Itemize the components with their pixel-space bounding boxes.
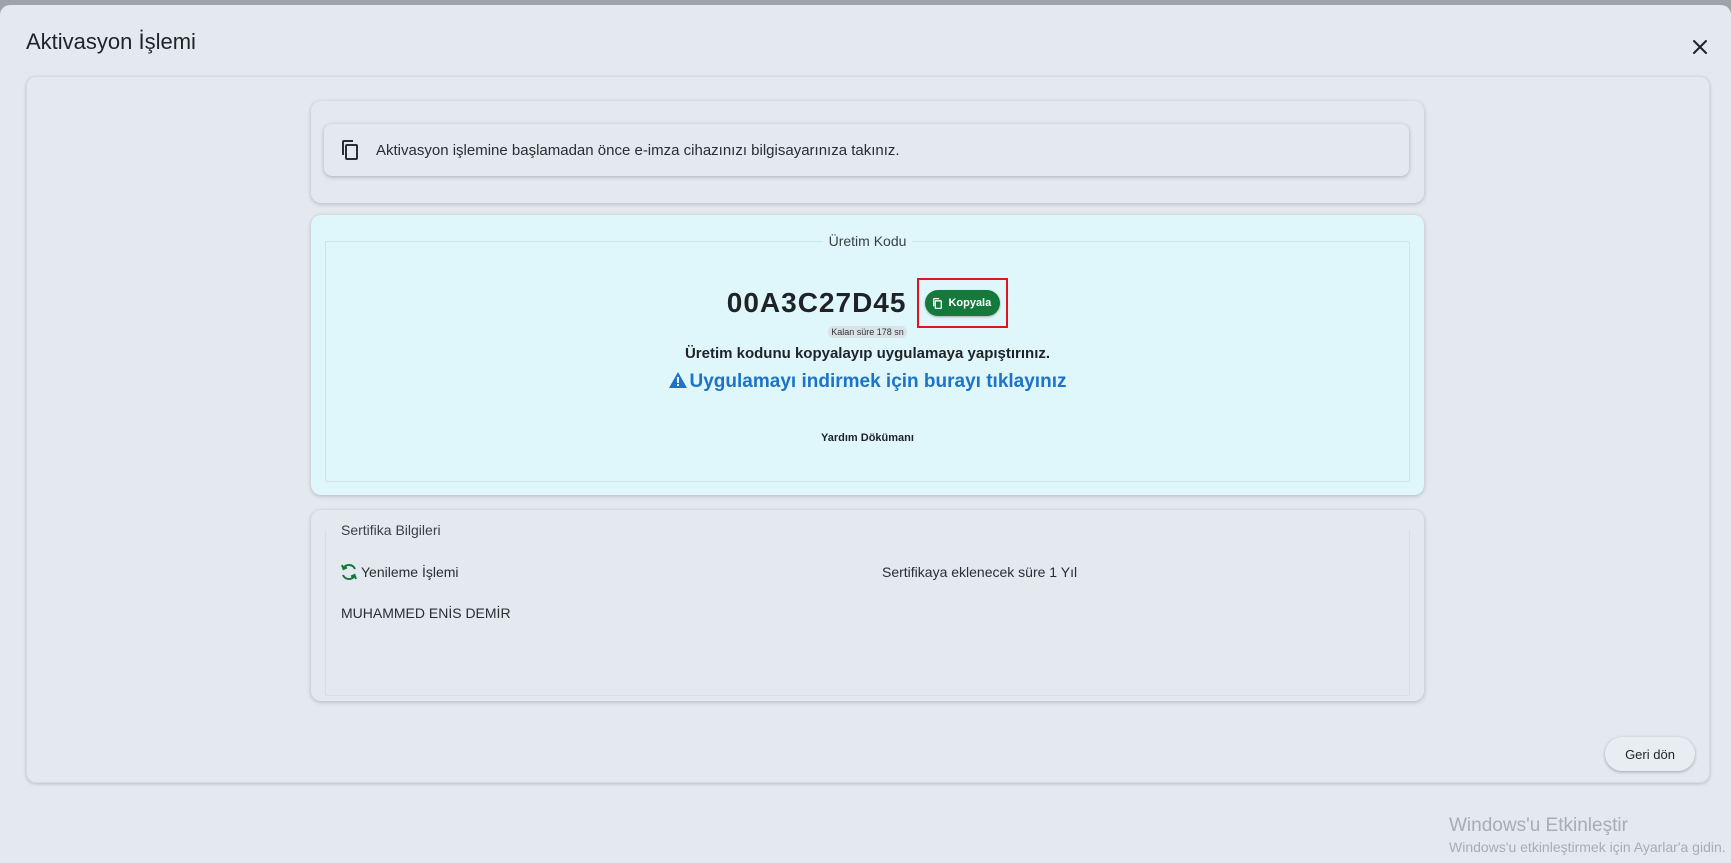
copy-icon (933, 297, 943, 309)
watermark-title: Windows'u Etkinleştir (1449, 815, 1628, 836)
certificate-owner: MUHAMMED ENİS DEMİR (341, 605, 511, 621)
code-row: 00A3C27D45 Kopyala (326, 278, 1409, 328)
windows-activation-watermark: Windows'u Etkinleştir Windows'u etkinleş… (1449, 815, 1726, 855)
timer-badge: Kalan süre 178 sn (828, 326, 907, 338)
instruction-text: Üretim kodunu kopyalayıp uygulamaya yapı… (684, 345, 1051, 362)
copy-button-label: Kopyala (948, 297, 992, 309)
watermark-subtitle: Windows'u etkinleştirmek için Ayarlar'a … (1449, 839, 1726, 855)
certificate-title: Sertifika Bilgileri (341, 522, 441, 538)
certificate-card: Sertifika Bilgileri Yenileme İşlemi Sert… (311, 510, 1424, 701)
refresh-icon (341, 563, 357, 581)
back-button[interactable]: Geri dön (1605, 737, 1695, 771)
renewal-row: Yenileme İşlemi (339, 562, 459, 582)
download-link-label: Uygulamayı indirmek için burayı tıklayın… (689, 371, 1067, 392)
production-code-legend: Üretim Kodu (326, 233, 1409, 249)
close-icon (1693, 40, 1707, 54)
activation-dialog: Aktivasyon İşlemi Aktivasyon işlemine ba… (0, 5, 1731, 863)
copy-icon (342, 140, 358, 160)
dialog-title: Aktivasyon İşlemi (26, 29, 196, 54)
info-text: Aktivasyon işlemine başlamadan önce e-im… (376, 141, 900, 159)
production-code-card: Üretim Kodu 00A3C27D45 Kopyala Kalan sür… (311, 215, 1424, 495)
warning-icon (668, 372, 687, 388)
certificate-duration: Sertifikaya eklenecek süre 1 Yıl (882, 564, 1078, 580)
timer-row: Kalan süre 178 sn (326, 322, 1409, 340)
help-document-link[interactable]: Yardım Dökümanı (326, 432, 1409, 444)
close-button[interactable] (1684, 31, 1716, 63)
info-alert: Aktivasyon işlemine başlamadan önce e-im… (324, 124, 1409, 176)
copy-button[interactable]: Kopyala (925, 290, 1001, 316)
copy-button-highlight: Kopyala (917, 278, 1009, 328)
download-link[interactable]: Uygulamayı indirmek için burayı tıklayın… (326, 371, 1409, 393)
production-code-value: 00A3C27D45 (726, 287, 907, 318)
production-code-fieldset: Üretim Kodu 00A3C27D45 Kopyala Kalan sür… (325, 233, 1410, 482)
info-card: Aktivasyon işlemine başlamadan önce e-im… (311, 101, 1424, 203)
renewal-label: Yenileme İşlemi (361, 564, 459, 580)
